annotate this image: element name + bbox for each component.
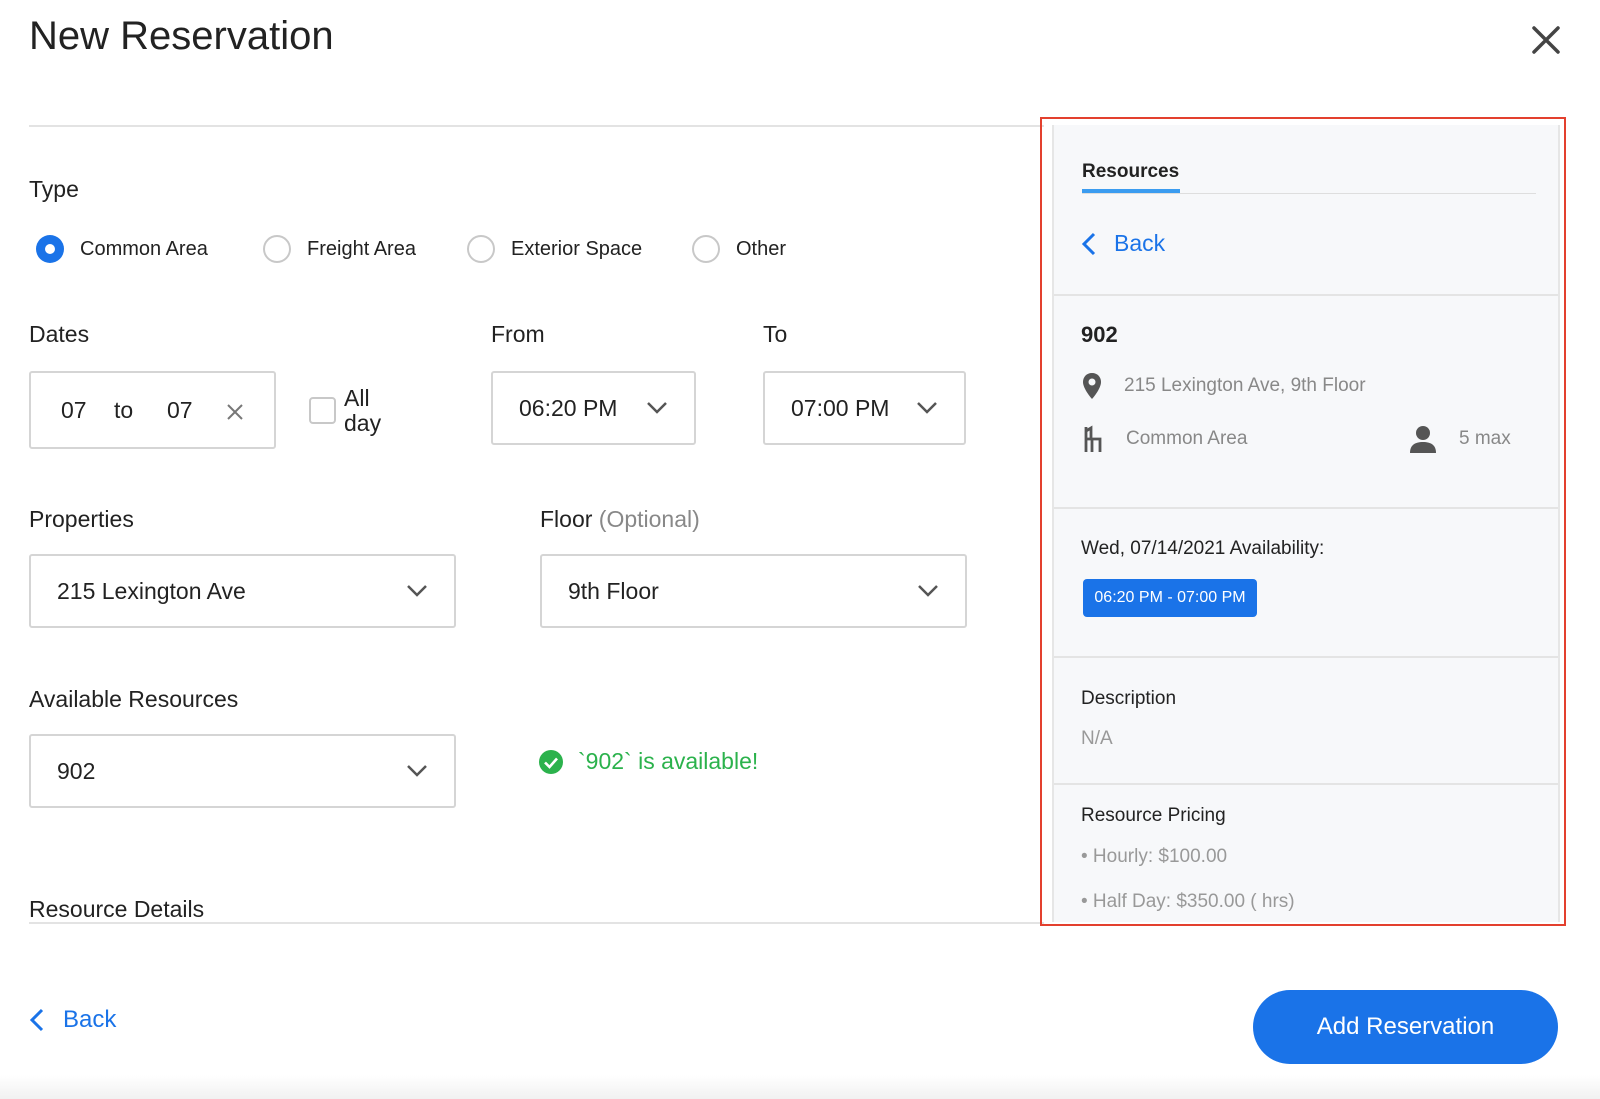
properties-label: Properties (29, 506, 134, 532)
add-reservation-button[interactable]: Add Reservation (1253, 990, 1558, 1064)
chevron-down-icon (407, 765, 427, 777)
back-button[interactable]: Back (29, 1006, 116, 1034)
header-divider (29, 125, 1044, 127)
all-day-label: All day (344, 385, 382, 436)
floor-value: 9th Floor (568, 577, 659, 604)
available-resources-label: Available Resources (29, 686, 239, 712)
available-resources-value: 902 (57, 757, 96, 784)
date-end[interactable]: 07 (167, 397, 193, 424)
availability-message: `902` is available! (578, 748, 759, 774)
type-label: Type (29, 176, 79, 202)
radio-label: Freight Area (307, 237, 416, 260)
radio-label: Exterior Space (511, 237, 643, 260)
to-time-value: 07:00 PM (791, 394, 890, 421)
date-separator: to (114, 396, 134, 423)
chevron-down-icon (917, 402, 937, 414)
footer-shade (0, 1075, 1600, 1099)
radio-label: Common Area (80, 237, 208, 260)
all-day-checkbox[interactable] (309, 397, 336, 424)
type-radio-common-area[interactable]: Common Area (36, 235, 208, 263)
floor-label: Floor (Optional) (540, 506, 700, 532)
date-range-input[interactable]: 07 to 07 (29, 371, 276, 449)
type-radio-other[interactable]: Other (692, 235, 786, 263)
chevron-down-icon (918, 585, 938, 597)
dates-label: Dates (29, 321, 90, 347)
chevron-left-icon (29, 1008, 44, 1032)
check-circle-icon (539, 749, 563, 774)
chevron-down-icon (407, 585, 427, 597)
floor-select[interactable]: 9th Floor (540, 554, 967, 628)
back-button-label: Back (63, 1006, 117, 1033)
radio-label: Other (736, 237, 787, 260)
radio-unselected-icon (263, 235, 291, 263)
to-label: To (763, 321, 788, 347)
clear-icon[interactable] (226, 403, 244, 421)
page-title: New Reservation (29, 14, 334, 58)
properties-value: 215 Lexington Ave (57, 577, 246, 604)
radio-unselected-icon (692, 235, 720, 263)
from-time-value: 06:20 PM (519, 394, 618, 421)
radio-unselected-icon (467, 235, 495, 263)
radio-selected-icon (36, 235, 64, 263)
properties-select[interactable]: 215 Lexington Ave (29, 554, 456, 628)
type-radio-exterior-space[interactable]: Exterior Space (467, 235, 642, 263)
close-icon[interactable] (1528, 22, 1564, 58)
chevron-down-icon (647, 402, 667, 414)
form-divider (29, 922, 1044, 924)
panel-highlight (1040, 117, 1566, 926)
type-radio-freight-area[interactable]: Freight Area (263, 235, 416, 263)
available-resources-select[interactable]: 902 (29, 734, 456, 808)
from-label: From (491, 321, 545, 347)
from-time-select[interactable]: 06:20 PM (491, 371, 696, 445)
to-time-select[interactable]: 07:00 PM (763, 371, 966, 445)
date-start[interactable]: 07 (61, 397, 87, 424)
resource-details-heading: Resource Details (29, 896, 205, 922)
availability-status: `902` is available! (538, 748, 758, 775)
